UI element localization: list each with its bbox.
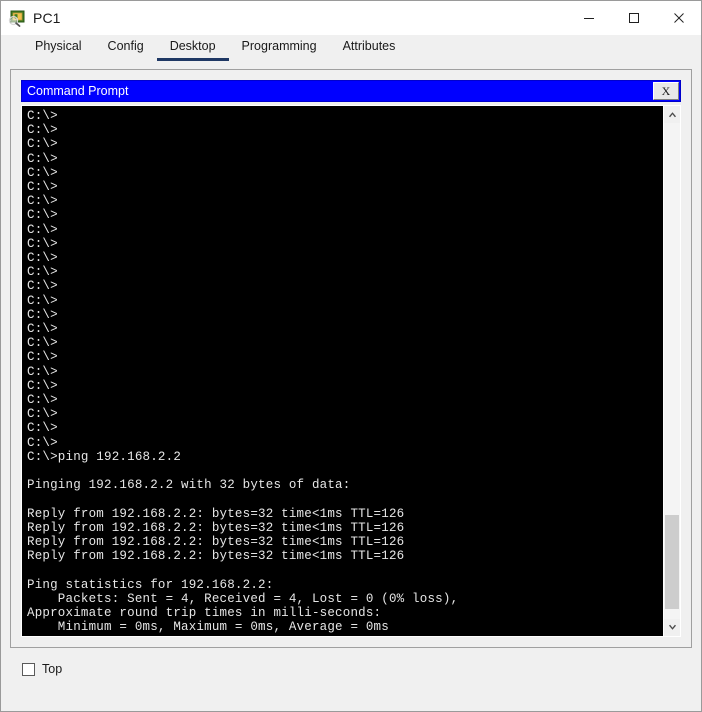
tab-config[interactable]: Config	[95, 39, 157, 61]
window-controls	[566, 1, 701, 34]
terminal-scrollbar[interactable]	[663, 106, 680, 636]
scroll-down-arrow-icon[interactable]	[664, 619, 680, 636]
top-checkbox[interactable]	[22, 662, 35, 676]
terminal-area: C:\> C:\> C:\> C:\> C:\> C:\> C:\> C:\> …	[21, 105, 681, 637]
scrollbar-track[interactable]	[664, 123, 680, 619]
bottom-bar: Top	[10, 648, 692, 690]
command-prompt-panel: Command Prompt X C:\> C:\> C:\> C:\> C:\…	[10, 69, 692, 648]
desktop-tab-content: Command Prompt X C:\> C:\> C:\> C:\> C:\…	[1, 61, 701, 711]
maximize-button[interactable]	[611, 1, 656, 34]
tab-physical[interactable]: Physical	[22, 39, 95, 61]
scrollbar-thumb[interactable]	[665, 514, 679, 610]
command-prompt-close-button[interactable]: X	[653, 82, 679, 100]
tab-attributes[interactable]: Attributes	[330, 39, 409, 61]
tab-programming[interactable]: Programming	[229, 39, 330, 61]
window-titlebar: PC1	[1, 1, 701, 35]
window-title: PC1	[33, 9, 61, 26]
minimize-button[interactable]	[566, 1, 611, 34]
command-prompt-caption-bar: Command Prompt X	[21, 80, 681, 102]
pc1-device-window: PC1 Physical Config Desktop Programming …	[0, 0, 702, 712]
device-tabs: Physical Config Desktop Programming Attr…	[1, 35, 701, 61]
scroll-up-arrow-icon[interactable]	[664, 106, 680, 123]
packet-tracer-device-icon	[8, 9, 26, 27]
top-checkbox-label: Top	[42, 662, 63, 676]
close-button[interactable]	[656, 1, 701, 34]
terminal-output[interactable]: C:\> C:\> C:\> C:\> C:\> C:\> C:\> C:\> …	[22, 106, 663, 636]
tab-desktop[interactable]: Desktop	[156, 39, 229, 61]
command-prompt-title: Command Prompt	[27, 84, 129, 98]
